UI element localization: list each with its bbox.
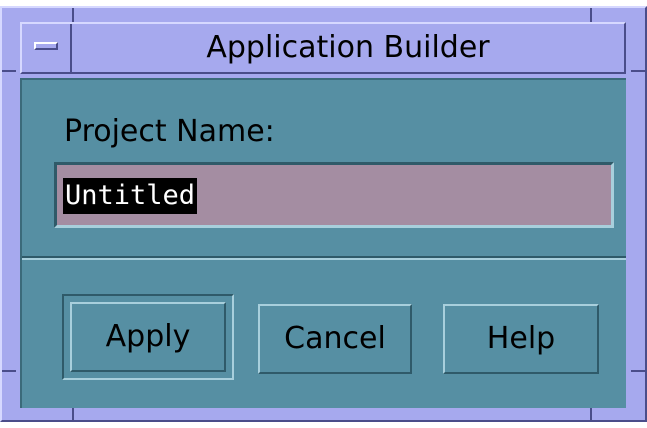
resize-notch	[72, 406, 74, 420]
resize-notch	[590, 406, 592, 420]
cancel-button[interactable]: Cancel	[258, 304, 412, 374]
help-button[interactable]: Help	[443, 304, 599, 374]
window-title: Application Builder	[206, 30, 490, 65]
resize-notch	[590, 8, 592, 22]
default-button-ring: Apply	[62, 294, 234, 380]
project-name-label: Project Name:	[64, 114, 275, 149]
project-name-value[interactable]: Untitled	[63, 178, 198, 214]
separator	[22, 256, 626, 260]
title-bar[interactable]: Application Builder	[20, 22, 626, 74]
dialog-body: Project Name: Untitled Apply Cancel Help	[20, 78, 626, 408]
window-menu-button[interactable]	[22, 24, 72, 72]
resize-notch	[2, 370, 16, 372]
window-menu-icon	[34, 42, 58, 50]
resize-notch	[631, 70, 645, 72]
resize-notch	[631, 370, 645, 372]
apply-button[interactable]: Apply	[70, 302, 226, 372]
resize-notch	[72, 8, 74, 22]
project-name-input[interactable]: Untitled	[54, 162, 614, 228]
resize-notch	[2, 70, 16, 72]
